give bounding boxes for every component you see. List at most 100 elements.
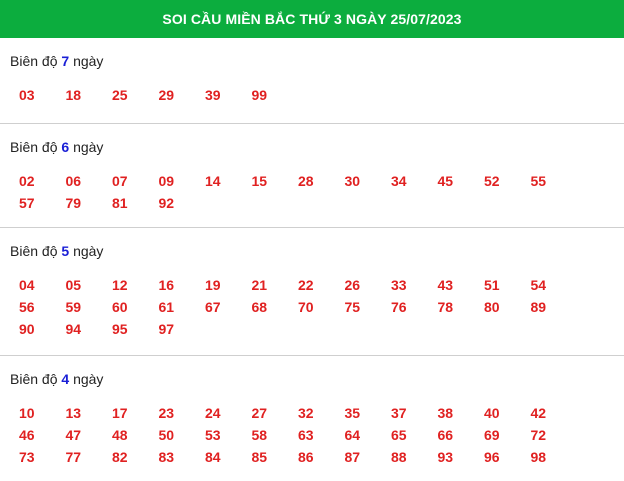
lottery-number: 27 [251,405,268,421]
lottery-number: 52 [484,173,500,189]
number-list: 03 18 25 29 39 99 [10,70,624,106]
lottery-number: 83 [158,449,175,465]
lottery-number: 93 [437,449,454,465]
lottery-number: 76 [391,299,407,315]
lottery-number: 48 [112,427,128,443]
lottery-number: 37 [391,405,407,421]
lottery-number: 57 [19,195,35,211]
section-title: Biên độ 6 ngày [10,124,624,156]
lottery-number: 78 [437,299,454,315]
lottery-number: 92 [158,195,175,211]
lottery-number: 69 [484,427,500,443]
lottery-number: 18 [65,87,82,103]
section-title-suffix: ngày [73,139,104,155]
lottery-number: 70 [298,299,314,315]
lottery-number: 38 [437,405,454,421]
lottery-number: 04 [19,277,35,293]
lottery-number: 94 [65,321,82,337]
lottery-number: 10 [19,405,35,421]
lottery-number: 54 [530,277,547,293]
lottery-number: 81 [112,195,128,211]
number-list: 04 05 12 16 19 21 22 26 33 43 51 54 56 59 60 61 67 68 70 75… [10,260,624,340]
lottery-number: 09 [158,173,175,189]
lottery-number: 84 [205,449,221,465]
lottery-number: 89 [530,299,547,315]
lottery-number: 16 [158,277,175,293]
section-bien-do-6: Biên độ 6 ngày 02 06 07 09 14 15 28 30 34 45 52 55 5… [0,124,624,228]
lottery-number: 63 [298,427,314,443]
lottery-number: 79 [65,195,82,211]
lottery-number: 90 [19,321,35,337]
lottery-number: 40 [484,405,500,421]
lottery-number: 51 [484,277,500,293]
lottery-number: 06 [65,173,82,189]
section-bien-do-7: Biên độ 7 ngày 03 18 25 29 39 99 [0,38,624,124]
lottery-number: 50 [158,427,175,443]
number-list: 02 06 07 09 14 15 28 30 34 45 52 55 57 79 81 92 [10,156,624,214]
lottery-number: 66 [437,427,454,443]
section-title-prefix: Biên độ [10,243,58,259]
lottery-number: 55 [530,173,547,189]
lottery-number: 19 [205,277,221,293]
lottery-number: 75 [344,299,361,315]
lottery-number: 05 [65,277,82,293]
lottery-number: 72 [530,427,547,443]
lottery-number: 22 [298,277,314,293]
lottery-number: 60 [112,299,128,315]
lottery-number: 12 [112,277,128,293]
lottery-number: 33 [391,277,407,293]
lottery-number: 21 [251,277,268,293]
lottery-number: 35 [344,405,361,421]
lottery-number: 65 [391,427,407,443]
section-title-suffix: ngày [73,53,104,69]
lottery-number: 13 [65,405,82,421]
section-title-prefix: Biên độ [10,371,58,387]
lottery-number: 98 [530,449,547,465]
lottery-number: 02 [19,173,35,189]
lottery-number: 88 [391,449,407,465]
section-title-suffix: ngày [73,243,104,259]
lottery-number: 82 [112,449,128,465]
page-title-text: SOI CẦU MIỀN BẮC THỨ 3 NGÀY 25/07/2023 [162,11,462,27]
page: SOI CẦU MIỀN BẮC THỨ 3 NGÀY 25/07/2023 B… [0,0,624,481]
lottery-number: 86 [298,449,314,465]
lottery-number: 53 [205,427,221,443]
lottery-number: 80 [484,299,500,315]
lottery-number: 32 [298,405,314,421]
lottery-number: 30 [344,173,361,189]
section-bien-do-4: Biên độ 4 ngày 10 13 17 23 24 27 32 35 37 38 40 42 4… [0,356,624,481]
lottery-number: 39 [205,87,221,103]
section-title-prefix: Biên độ [10,53,58,69]
lottery-number: 56 [19,299,35,315]
lottery-number: 23 [158,405,175,421]
lottery-number: 25 [112,87,128,103]
lottery-number: 26 [344,277,361,293]
section-title: Biên độ 7 ngày [10,38,624,70]
section-days: 5 [61,243,70,259]
section-title-prefix: Biên độ [10,139,58,155]
lottery-number: 15 [251,173,268,189]
lottery-number: 46 [19,427,35,443]
lottery-number: 96 [484,449,500,465]
lottery-number: 34 [391,173,407,189]
lottery-number: 85 [251,449,268,465]
lottery-number: 29 [158,87,175,103]
page-title: SOI CẦU MIỀN BẮC THỨ 3 NGÀY 25/07/2023 [0,0,624,38]
lottery-number: 64 [344,427,361,443]
lottery-number: 14 [205,173,221,189]
lottery-number: 59 [65,299,82,315]
lottery-number: 47 [65,427,82,443]
lottery-number: 87 [344,449,361,465]
lottery-number: 99 [251,87,268,103]
lottery-number: 77 [65,449,82,465]
section-title: Biên độ 5 ngày [10,228,624,260]
section-title-suffix: ngày [73,371,104,387]
lottery-number: 73 [19,449,35,465]
lottery-number: 42 [530,405,547,421]
lottery-number: 61 [158,299,175,315]
lottery-number: 67 [205,299,221,315]
section-title: Biên độ 4 ngày [10,356,624,388]
lottery-number: 17 [112,405,128,421]
lottery-number: 97 [158,321,175,337]
section-days: 4 [61,371,70,387]
